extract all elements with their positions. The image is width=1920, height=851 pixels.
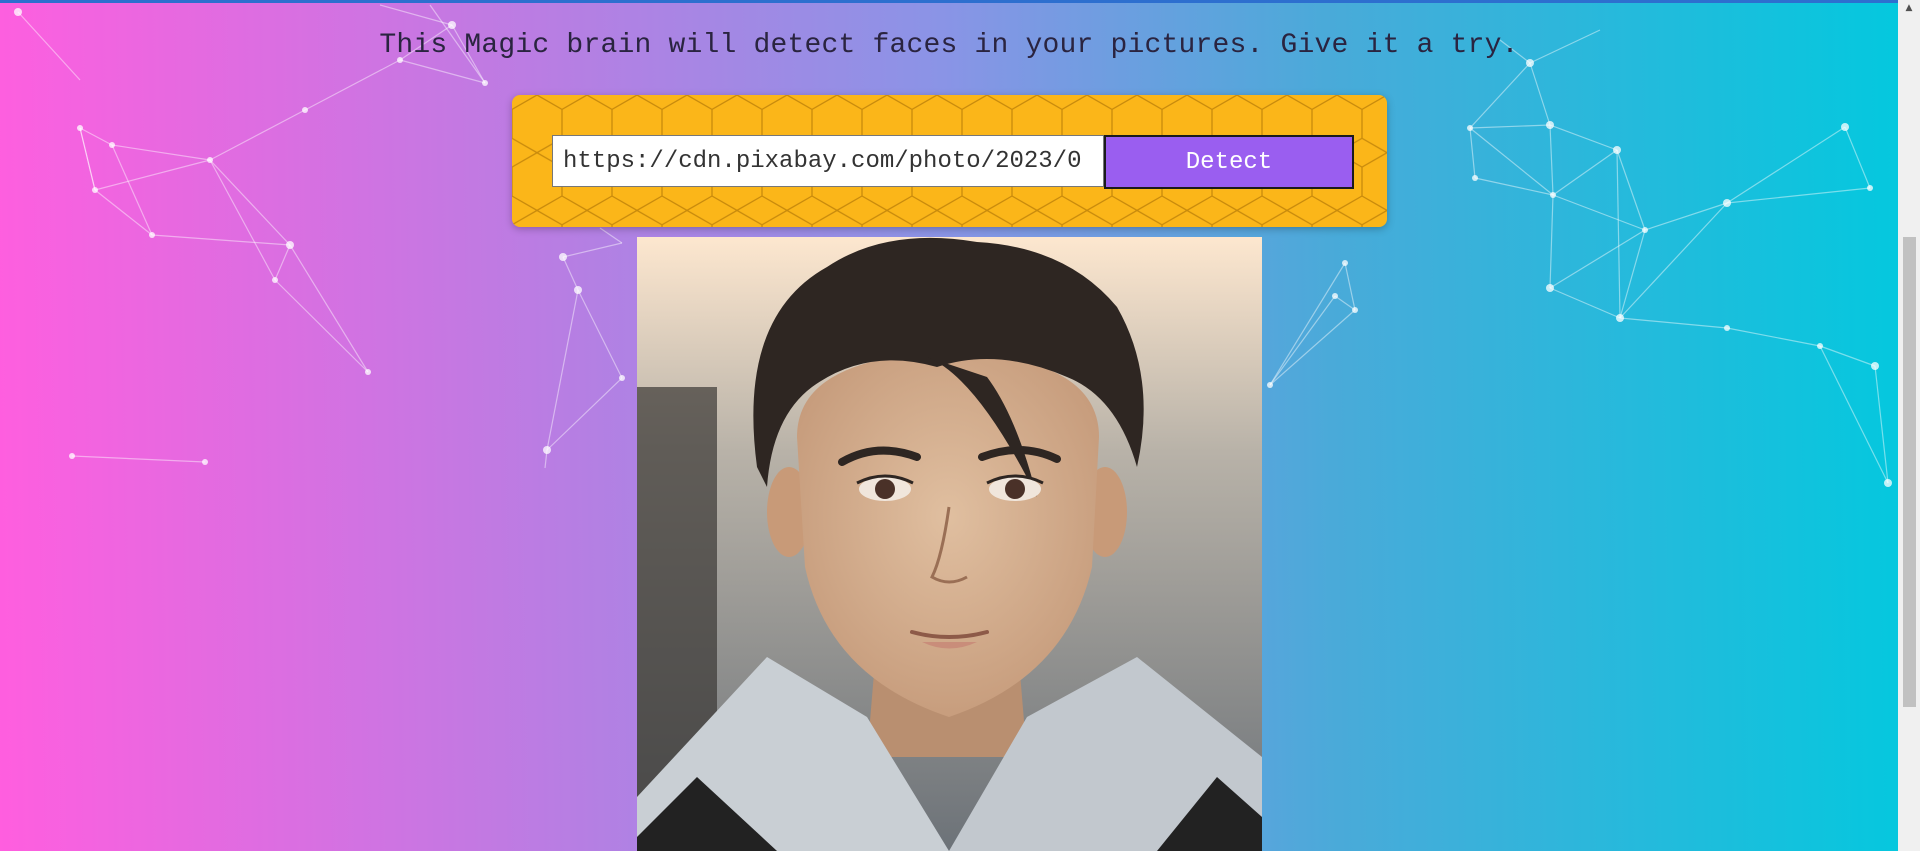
- face-photo: [637, 237, 1262, 851]
- tagline-text: This Magic brain will detect faces in yo…: [379, 30, 1519, 61]
- image-url-input[interactable]: [552, 135, 1104, 187]
- image-link-form: Detect: [512, 95, 1387, 227]
- detect-button[interactable]: Detect: [1104, 135, 1354, 189]
- scrollbar-thumb[interactable]: [1903, 237, 1916, 707]
- vertical-scrollbar[interactable]: ▲: [1898, 0, 1920, 851]
- app-viewport: This Magic brain will detect faces in yo…: [0, 0, 1898, 851]
- scroll-up-arrow-icon[interactable]: ▲: [1898, 0, 1920, 16]
